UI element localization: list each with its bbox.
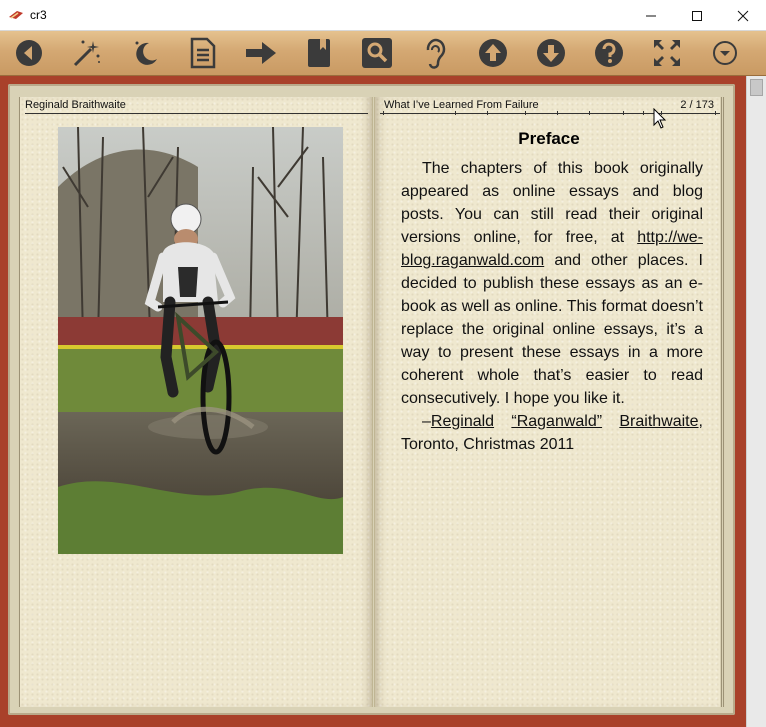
right-page-header: What I’ve Learned From Failure <box>384 99 539 111</box>
page-down-button[interactable] <box>534 36 568 70</box>
maximize-button[interactable] <box>674 0 720 31</box>
author-first-link[interactable]: Reginald <box>431 413 494 430</box>
book-view[interactable]: Reginald Braithwaite What I’ve Learned F… <box>0 76 746 727</box>
bookmark-button[interactable] <box>302 36 336 70</box>
document-icon <box>190 37 216 69</box>
title-bar: cr3 <box>0 0 766 31</box>
page-edges-right <box>720 97 725 707</box>
back-icon <box>16 40 42 66</box>
chapter-title: Preface <box>518 129 580 148</box>
progress-tick <box>383 111 384 115</box>
progress-tick <box>455 111 456 115</box>
bookmark-icon <box>308 39 330 67</box>
author-last-link[interactable]: Braithwaite <box>619 413 698 430</box>
close-button[interactable] <box>720 0 766 31</box>
listen-icon <box>426 38 446 69</box>
page-up-button[interactable] <box>476 36 510 70</box>
progress-tick <box>623 111 624 115</box>
paragraph: The chapters of this book originally app… <box>401 157 703 410</box>
close-icon <box>737 10 749 21</box>
app-icon <box>9 11 23 19</box>
search-button[interactable] <box>360 36 394 70</box>
progress-tick <box>715 111 716 115</box>
menu-dropdown-icon <box>713 41 737 65</box>
menu-dropdown-button[interactable] <box>708 36 742 70</box>
cover-photo-cyclist <box>58 127 343 554</box>
vertical-scrollbar[interactable] <box>746 76 766 727</box>
progress-tick <box>589 111 590 115</box>
back-button[interactable] <box>12 36 46 70</box>
minimize-icon <box>646 15 656 16</box>
dash: – <box>422 413 431 430</box>
magic-wand-button[interactable] <box>70 36 104 70</box>
search-icon <box>362 38 392 68</box>
forward-button[interactable] <box>244 36 278 70</box>
scrollbar-thumb[interactable] <box>750 79 763 96</box>
left-header-rule <box>25 113 368 114</box>
page-up-icon <box>479 39 507 67</box>
author-nick-link[interactable]: “Raganwald” <box>511 413 602 430</box>
window-title: cr3 <box>30 8 47 22</box>
book-frame: Reginald Braithwaite What I’ve Learned F… <box>8 84 735 715</box>
progress-tick <box>643 111 644 115</box>
right-header-rule <box>380 113 720 114</box>
fullscreen-button[interactable] <box>650 36 684 70</box>
fullscreen-icon <box>654 40 680 66</box>
night-mode-icon <box>135 41 157 65</box>
help-button[interactable] <box>592 36 626 70</box>
maximize-icon <box>692 10 702 21</box>
minimize-button[interactable] <box>628 0 674 31</box>
forward-arrow-icon <box>246 42 276 64</box>
left-page-header: Reginald Braithwaite <box>25 99 126 111</box>
signature-paragraph: –Reginald “Raganwald” Braithwaite, Toron… <box>401 410 703 456</box>
progress-tick <box>557 111 558 115</box>
listen-button[interactable] <box>418 36 452 70</box>
chapter-body: The chapters of this book originally app… <box>401 157 703 456</box>
help-icon <box>595 39 623 67</box>
magic-wand-icon <box>73 40 100 67</box>
paragraph-text: and other places. I decided to publish t… <box>401 252 703 407</box>
mouse-cursor-icon <box>653 108 667 129</box>
night-mode-button[interactable] <box>128 36 162 70</box>
progress-tick <box>525 111 526 115</box>
toolbar <box>0 31 766 76</box>
left-page[interactable]: Reginald Braithwaite <box>20 97 373 707</box>
page-indicator: 2 / 173 <box>680 99 714 111</box>
document-button[interactable] <box>186 36 220 70</box>
right-page[interactable]: What I’ve Learned From Failure 2 / 173 P… <box>374 97 722 707</box>
progress-tick <box>487 111 488 115</box>
page-down-icon <box>537 39 565 67</box>
